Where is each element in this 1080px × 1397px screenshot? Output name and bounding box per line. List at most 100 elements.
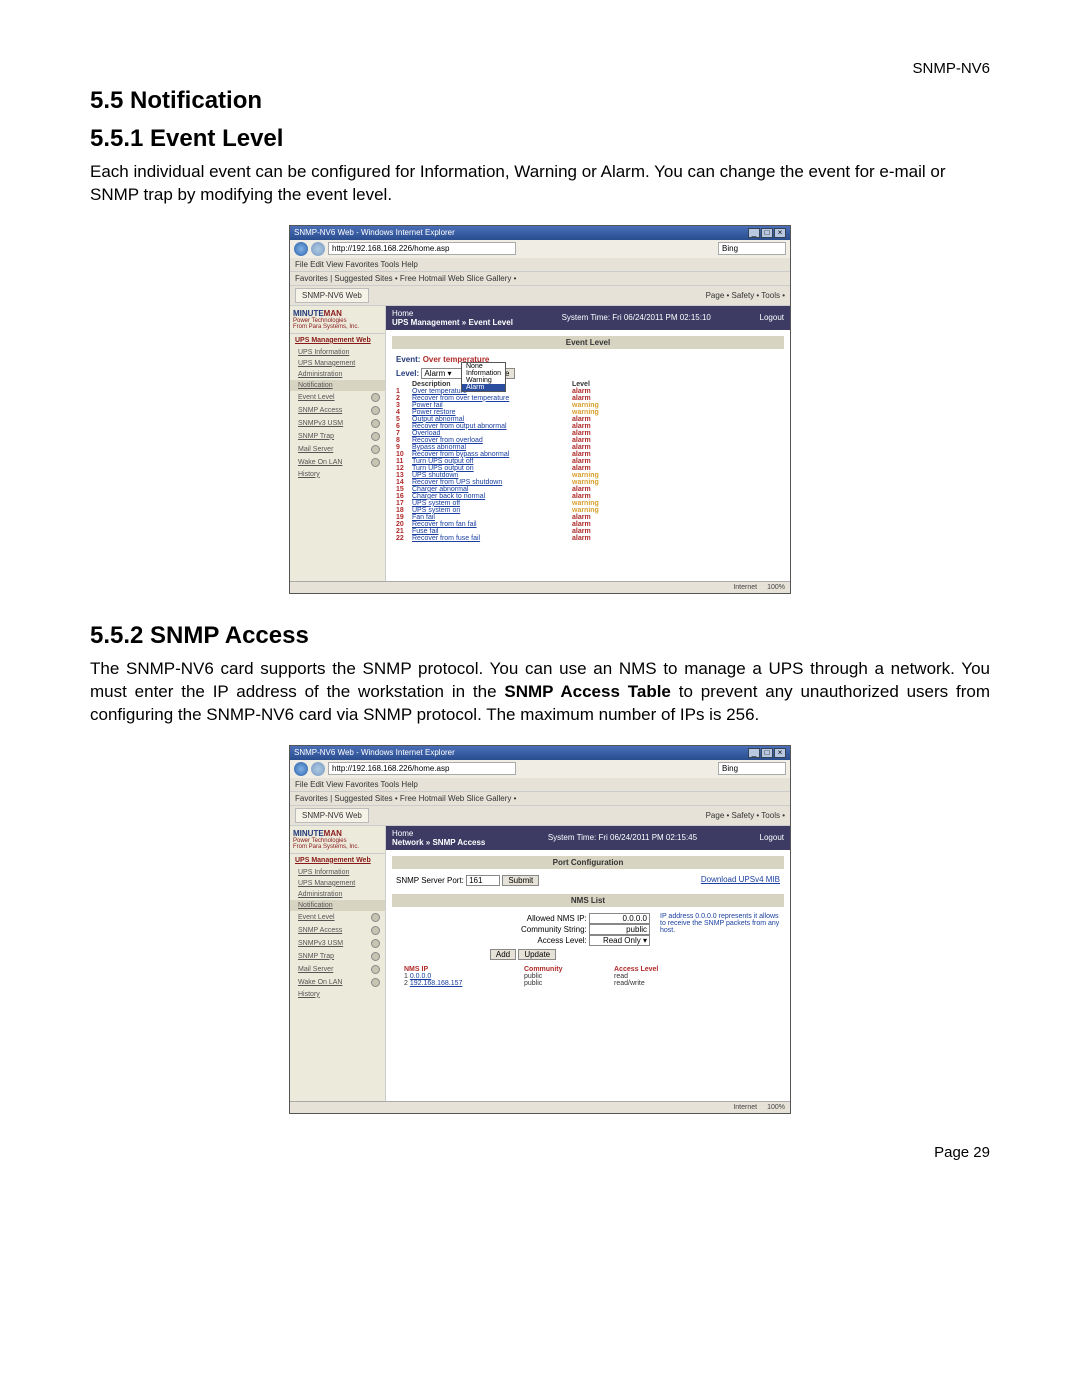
- port-input[interactable]: 161: [466, 875, 500, 886]
- radio-icon[interactable]: [371, 432, 380, 441]
- sidebar-item[interactable]: History: [290, 989, 385, 1000]
- event-link[interactable]: Recover from overload: [412, 437, 572, 444]
- event-link[interactable]: Fuse fail: [412, 528, 572, 535]
- sidebar-item[interactable]: Wake On LAN: [290, 976, 385, 989]
- event-link[interactable]: Turn UPS output off: [412, 458, 572, 465]
- logout-link[interactable]: Logout: [760, 833, 784, 842]
- access-select[interactable]: Read Only ▾: [589, 935, 650, 946]
- sidebar-item[interactable]: SNMPv3 USM: [290, 417, 385, 430]
- ie-page-tools[interactable]: Page • Safety • Tools •: [706, 291, 785, 300]
- search-input[interactable]: Bing: [718, 762, 786, 775]
- browser-tab[interactable]: SNMP-NV6 Web: [295, 808, 369, 823]
- access-value: Read Only: [603, 936, 641, 945]
- event-link[interactable]: Overload: [412, 430, 572, 437]
- sidebar-item[interactable]: Event Level: [290, 391, 385, 404]
- event-link[interactable]: Recover from over temperature: [412, 395, 572, 402]
- event-link[interactable]: UPS system off: [412, 500, 572, 507]
- back-button-icon[interactable]: [294, 762, 308, 776]
- radio-icon[interactable]: [371, 939, 380, 948]
- event-link[interactable]: Power fail: [412, 402, 572, 409]
- dropdown-option[interactable]: None: [462, 363, 505, 370]
- ie-menubar[interactable]: File Edit View Favorites Tools Help: [290, 778, 790, 792]
- dropdown-option[interactable]: Information: [462, 370, 505, 377]
- level-dropdown-open[interactable]: NoneInformationWarningAlarm: [461, 362, 506, 392]
- radio-icon[interactable]: [371, 458, 380, 467]
- sidebar-item[interactable]: Event Level: [290, 911, 385, 924]
- event-link[interactable]: Recover from fuse fail: [412, 535, 572, 542]
- sidebar-item[interactable]: SNMP Access: [290, 404, 385, 417]
- sidebar-item[interactable]: History: [290, 469, 385, 480]
- sidebar-item[interactable]: UPS Management: [290, 878, 385, 889]
- download-mib-link[interactable]: Download UPSv4 MIB: [701, 875, 780, 886]
- radio-icon[interactable]: [371, 393, 380, 402]
- nms-ip-link[interactable]: 192.168.168.157: [410, 980, 463, 987]
- radio-icon[interactable]: [371, 913, 380, 922]
- event-link[interactable]: Charger abnormal: [412, 486, 572, 493]
- event-link[interactable]: Bypass abnormal: [412, 444, 572, 451]
- sidebar-item[interactable]: Mail Server: [290, 963, 385, 976]
- add-button[interactable]: Add: [490, 949, 516, 960]
- col-community: Community: [524, 966, 614, 973]
- ie-favorites-bar[interactable]: Favorites | Suggested Sites • Free Hotma…: [290, 272, 790, 286]
- ie-favorites-bar[interactable]: Favorites | Suggested Sites • Free Hotma…: [290, 792, 790, 806]
- sidebar-item[interactable]: UPS Information: [290, 867, 385, 878]
- radio-icon[interactable]: [371, 406, 380, 415]
- logout-link[interactable]: Logout: [760, 313, 784, 322]
- radio-icon[interactable]: [371, 952, 380, 961]
- community-input[interactable]: public: [589, 924, 650, 935]
- sidebar-item[interactable]: UPS Information: [290, 347, 385, 358]
- status-zoom: 100%: [767, 1104, 785, 1111]
- sidebar-item[interactable]: Mail Server: [290, 443, 385, 456]
- forward-button-icon[interactable]: [311, 762, 325, 776]
- window-buttons[interactable]: _□×: [747, 748, 786, 758]
- sidebar-item[interactable]: SNMP Trap: [290, 430, 385, 443]
- submit-button[interactable]: Submit: [502, 875, 539, 886]
- radio-icon[interactable]: [371, 445, 380, 454]
- back-button-icon[interactable]: [294, 242, 308, 256]
- home-link[interactable]: Home: [392, 309, 413, 318]
- event-link[interactable]: Output abnormal: [412, 416, 572, 423]
- radio-icon[interactable]: [371, 978, 380, 987]
- window-buttons[interactable]: _□×: [747, 228, 786, 238]
- allowed-ip-label: Allowed NMS IP:: [527, 914, 587, 923]
- sidebar-item[interactable]: Wake On LAN: [290, 456, 385, 469]
- event-link[interactable]: Power restore: [412, 409, 572, 416]
- home-link[interactable]: Home: [392, 829, 413, 838]
- event-link[interactable]: UPS shutdown: [412, 472, 572, 479]
- update-button[interactable]: Update: [518, 949, 556, 960]
- search-input[interactable]: Bing: [718, 242, 786, 255]
- sidebar-item[interactable]: UPS Management: [290, 358, 385, 369]
- sidebar-item[interactable]: SNMP Trap: [290, 950, 385, 963]
- radio-icon[interactable]: [371, 926, 380, 935]
- event-link[interactable]: Fan fail: [412, 514, 572, 521]
- table-row: 20Recover from fan failalarm: [396, 521, 780, 528]
- sidebar-item[interactable]: Notification: [290, 900, 385, 911]
- table-row: 15Charger abnormalalarm: [396, 486, 780, 493]
- dropdown-option[interactable]: Warning: [462, 377, 505, 384]
- sidebar-item[interactable]: SNMPv3 USM: [290, 937, 385, 950]
- ie-menubar[interactable]: File Edit View Favorites Tools Help: [290, 258, 790, 272]
- event-link[interactable]: Turn UPS output on: [412, 465, 572, 472]
- event-link[interactable]: Recover from output abnormal: [412, 423, 572, 430]
- dropdown-option[interactable]: Alarm: [462, 384, 505, 391]
- event-link[interactable]: Recover from UPS shutdown: [412, 479, 572, 486]
- event-link[interactable]: Recover from bypass abnormal: [412, 451, 572, 458]
- allowed-ip-input[interactable]: 0.0.0.0: [589, 913, 650, 924]
- ie-page-tools[interactable]: Page • Safety • Tools •: [706, 811, 785, 820]
- browser-tab[interactable]: SNMP-NV6 Web: [295, 288, 369, 303]
- radio-icon[interactable]: [371, 419, 380, 428]
- screenshot-event-level: SNMP-NV6 Web - Windows Internet Explorer…: [289, 225, 791, 594]
- event-link[interactable]: Recover from fan fail: [412, 521, 572, 528]
- sidebar-item[interactable]: Administration: [290, 369, 385, 380]
- radio-icon[interactable]: [371, 965, 380, 974]
- url-input[interactable]: http://192.168.168.226/home.asp: [328, 242, 516, 255]
- event-link[interactable]: UPS system on: [412, 507, 572, 514]
- ie-statusbar: Internet 100%: [290, 1101, 790, 1113]
- event-link[interactable]: Charger back to normal: [412, 493, 572, 500]
- sidebar-item[interactable]: Administration: [290, 889, 385, 900]
- sidebar-item[interactable]: Notification: [290, 380, 385, 391]
- url-input[interactable]: http://192.168.168.226/home.asp: [328, 762, 516, 775]
- nms-ip-link[interactable]: 0.0.0.0: [410, 973, 431, 980]
- forward-button-icon[interactable]: [311, 242, 325, 256]
- sidebar-item[interactable]: SNMP Access: [290, 924, 385, 937]
